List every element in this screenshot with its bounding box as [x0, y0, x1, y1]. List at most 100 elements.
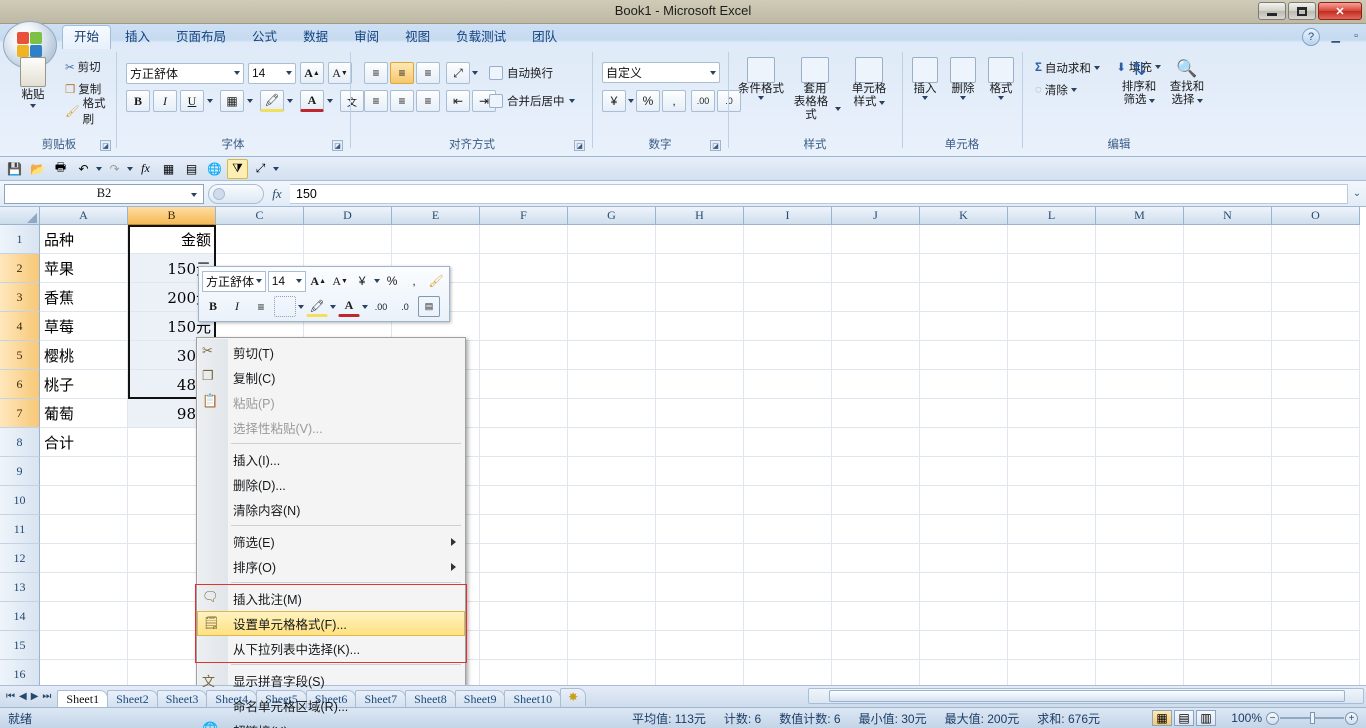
cell-M14[interactable] — [1096, 602, 1184, 631]
cell-O11[interactable] — [1272, 515, 1360, 544]
select-all-corner[interactable] — [0, 207, 40, 225]
cell-G6[interactable] — [568, 370, 656, 399]
conditional-chevron-down-icon[interactable] — [758, 96, 764, 100]
cell-M1[interactable] — [1096, 225, 1184, 254]
cell-H9[interactable] — [656, 457, 744, 486]
cell-F5[interactable] — [480, 341, 568, 370]
find-select-button[interactable]: 🔍 查找和 选择 — [1164, 54, 1210, 108]
cell-J2[interactable] — [832, 254, 920, 283]
open-icon[interactable]: 📂 — [27, 159, 48, 179]
cell-M8[interactable] — [1096, 428, 1184, 457]
insert-cells-button[interactable]: 插入 — [908, 54, 942, 101]
cell-I9[interactable] — [744, 457, 832, 486]
cell-N5[interactable] — [1184, 341, 1272, 370]
context-menu-item[interactable]: 从下拉列表中选择(K)... — [197, 636, 465, 661]
italic-button[interactable]: I — [153, 90, 177, 112]
merge-center-button[interactable]: 合并后居中 — [484, 90, 580, 112]
sheet-tab-sheet2[interactable]: Sheet2 — [107, 689, 158, 708]
mini-font-size-chevron-down-icon[interactable] — [296, 279, 303, 284]
row-header-16[interactable]: 16 — [0, 660, 40, 685]
format-as-table-button[interactable]: 套用 表格格式 — [788, 54, 842, 123]
cell-K12[interactable] — [920, 544, 1008, 573]
mini-fill-color-button[interactable]: 🖍 — [306, 296, 328, 318]
cell-O2[interactable] — [1272, 254, 1360, 283]
row-header-15[interactable]: 15 — [0, 631, 40, 660]
zoom-out-button[interactable]: − — [1266, 711, 1279, 725]
cell-O3[interactable] — [1272, 283, 1360, 312]
cell-K16[interactable] — [920, 660, 1008, 685]
row-header-3[interactable]: 3 — [0, 283, 40, 312]
cell-G1[interactable] — [568, 225, 656, 254]
cell-O4[interactable] — [1272, 312, 1360, 341]
mini-toolbar[interactable]: 方正舒体 14 A ▲ A ▼ ¥ % , 🖌 B I ≡ 🖍 A .00 .0… — [198, 266, 450, 322]
cell-A2[interactable]: 苹果 — [40, 254, 128, 283]
minimize-button[interactable] — [1258, 2, 1286, 20]
cell-G9[interactable] — [568, 457, 656, 486]
cell-K11[interactable] — [920, 515, 1008, 544]
tab-load-test[interactable]: 负载测试 — [444, 25, 518, 49]
normal-view-button[interactable]: ▦ — [1152, 710, 1172, 726]
cell-F13[interactable] — [480, 573, 568, 602]
cell-L1[interactable] — [1008, 225, 1096, 254]
cell-L4[interactable] — [1008, 312, 1096, 341]
next-sheet-icon[interactable]: ▶ — [31, 691, 39, 702]
fill-color-button[interactable]: 🖍 — [260, 90, 284, 112]
clipboard-dialog-launcher[interactable]: ◪ — [100, 140, 111, 151]
cell-N8[interactable] — [1184, 428, 1272, 457]
row-header-14[interactable]: 14 — [0, 602, 40, 631]
tab-data[interactable]: 数据 — [291, 25, 340, 49]
wrap-text-button[interactable]: 自动换行 — [484, 62, 558, 84]
cell-M15[interactable] — [1096, 631, 1184, 660]
name-box[interactable]: B2 — [4, 183, 204, 204]
row-header-6[interactable]: 6 — [0, 370, 40, 399]
cell-H16[interactable] — [656, 660, 744, 685]
mini-font-name-combo[interactable]: 方正舒体 — [202, 270, 266, 292]
zoom-slider-handle[interactable] — [1310, 712, 1315, 724]
column-header-f[interactable]: F — [480, 207, 568, 225]
cell-J4[interactable] — [832, 312, 920, 341]
cell-L3[interactable] — [1008, 283, 1096, 312]
font-dialog-launcher[interactable]: ◪ — [332, 140, 343, 151]
cell-H6[interactable] — [656, 370, 744, 399]
column-header-h[interactable]: H — [656, 207, 744, 225]
cell-J13[interactable] — [832, 573, 920, 602]
context-menu[interactable]: ✂ 剪切(T) ❐ 复制(C) 📋 粘贴(P) 选择性粘贴(V)... 插入(I)... 删除(… — [196, 337, 466, 728]
cell-J11[interactable] — [832, 515, 920, 544]
cell-L6[interactable] — [1008, 370, 1096, 399]
format-painter-icon[interactable]: ⤢ — [250, 159, 271, 179]
borders-chevron-down-icon[interactable] — [247, 99, 253, 103]
cell-L10[interactable] — [1008, 486, 1096, 515]
row-header-12[interactable]: 12 — [0, 544, 40, 573]
cell-N16[interactable] — [1184, 660, 1272, 685]
context-menu-item[interactable]: 清除内容(N) — [197, 497, 465, 522]
mini-decrease-decimal-button[interactable]: .0 — [394, 296, 416, 317]
cell-J8[interactable] — [832, 428, 920, 457]
cell-N11[interactable] — [1184, 515, 1272, 544]
row-header-13[interactable]: 13 — [0, 573, 40, 602]
cell-K14[interactable] — [920, 602, 1008, 631]
row-header-11[interactable]: 11 — [0, 515, 40, 544]
accounting-chevron-down-icon[interactable] — [628, 99, 634, 103]
cell-A7[interactable]: 葡萄 — [40, 399, 128, 428]
cell-G4[interactable] — [568, 312, 656, 341]
cell-M6[interactable] — [1096, 370, 1184, 399]
column-header-o[interactable]: O — [1272, 207, 1360, 225]
cell-K10[interactable] — [920, 486, 1008, 515]
cell-G5[interactable] — [568, 341, 656, 370]
cell-K15[interactable] — [920, 631, 1008, 660]
cell-G2[interactable] — [568, 254, 656, 283]
cell-K13[interactable] — [920, 573, 1008, 602]
cell-G8[interactable] — [568, 428, 656, 457]
cell-O15[interactable] — [1272, 631, 1360, 660]
cell-styles-button[interactable]: 单元格 样式 — [844, 54, 894, 110]
undo-chevron-down-icon[interactable] — [96, 166, 102, 171]
tab-page-layout[interactable]: 页面布局 — [164, 25, 238, 49]
cell-I1[interactable] — [744, 225, 832, 254]
row-header-8[interactable]: 8 — [0, 428, 40, 457]
cell-I3[interactable] — [744, 283, 832, 312]
align-middle-button[interactable]: ≡ — [390, 62, 414, 84]
cell-H15[interactable] — [656, 631, 744, 660]
cell-M11[interactable] — [1096, 515, 1184, 544]
cell-F4[interactable] — [480, 312, 568, 341]
context-menu-item[interactable]: 命名单元格区域(R)... — [197, 693, 465, 718]
